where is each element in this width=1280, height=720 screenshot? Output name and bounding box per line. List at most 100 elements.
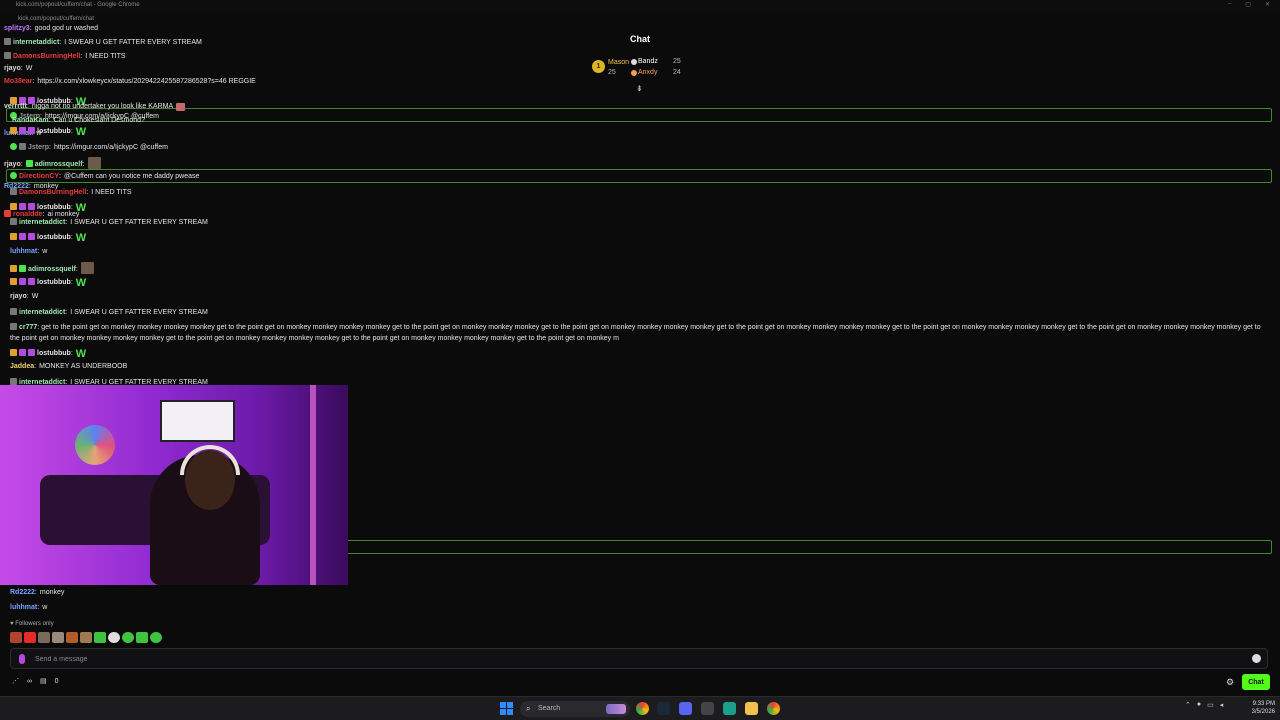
badge-icon [19, 203, 26, 210]
emoji-picker-icon[interactable] [1252, 654, 1261, 663]
chat-username[interactable]: lostubbub [37, 234, 71, 241]
emote-icon[interactable] [66, 632, 78, 643]
chat-username[interactable]: luhhmat [10, 604, 37, 611]
chat-message[interactable]: splitzy3: good god ur washed [4, 25, 98, 32]
emote-icon[interactable] [52, 632, 64, 643]
chat-text: W [75, 348, 87, 360]
chat-username[interactable]: cr777 [19, 324, 37, 331]
chat-message[interactable]: lostubbub: W [10, 126, 86, 138]
chat-text: W [75, 126, 87, 138]
infinity-icon[interactable]: ∞ [27, 678, 32, 685]
chat-message[interactable]: Rd2222: monkey [10, 589, 64, 596]
chevron-up-icon[interactable]: ⌃ [1185, 701, 1191, 709]
maximize-icon[interactable]: ▢ [1245, 1, 1251, 8]
microphone-icon[interactable] [19, 654, 25, 664]
chat-username[interactable]: lostubbub [37, 279, 71, 286]
minimize-icon[interactable]: – [1228, 1, 1231, 8]
chat-input[interactable] [35, 652, 1235, 666]
collapse-icon[interactable]: ⇟ [636, 84, 643, 93]
chat-message[interactable]: ronaldde: ai monkey [4, 210, 79, 218]
chat-message[interactable]: DamonsBurningHell: I NEED TITS [10, 188, 132, 196]
followers-only-notice: ♥ Followers only [10, 621, 54, 627]
volume-icon[interactable]: ◂ [1220, 701, 1224, 709]
chat-username[interactable]: DamonsBurningHell [13, 53, 80, 60]
chat-username[interactable]: ronaldde [13, 211, 43, 218]
badge-icon [28, 127, 35, 134]
chrome-icon[interactable] [636, 702, 649, 715]
chat-username[interactable]: adimrossquelf [35, 161, 83, 168]
share-icon[interactable]: ⋰ [12, 677, 19, 685]
chat-message[interactable]: DirectionCY: @Cuffem can you notice me da… [10, 172, 199, 180]
chat-send-button[interactable]: Chat [1242, 674, 1270, 690]
chrome-icon[interactable] [767, 702, 780, 715]
emote-icon[interactable] [10, 632, 22, 643]
chat-username[interactable]: Jsterp [28, 144, 49, 151]
chat-message[interactable]: verrrttt: nigga not no undertaker you loo… [4, 103, 186, 111]
emote-icon[interactable] [108, 632, 120, 643]
chat-link[interactable]: https://imgur.com/a/IjckypC @cuffem [54, 144, 168, 151]
chat-message[interactable]: lostubbub: W [10, 348, 86, 360]
system-tray: ⌃ ● ▭ ◂ [1185, 701, 1223, 709]
chat-username[interactable]: internetaddict [19, 309, 65, 316]
chat-message[interactable]: rjayo: W [10, 293, 38, 300]
chat-message[interactable]: internetaddict: I SWEAR U GET FATTER EVER… [4, 38, 202, 46]
close-icon[interactable]: ✕ [1265, 1, 1270, 8]
app-icon[interactable] [701, 702, 714, 715]
chat-username[interactable]: lostubbub [37, 350, 71, 357]
chat-username[interactable]: Mo38ear [4, 78, 32, 85]
file-explorer-icon[interactable] [745, 702, 758, 715]
emote-icon [80, 262, 94, 274]
chat-message[interactable]: DamonsBurningHell: I NEED TITS [4, 52, 126, 60]
chat-message[interactable]: rjayo: adimrossquelf: [4, 157, 101, 169]
gift-icon[interactable]: ▤ [40, 677, 47, 685]
chat-username[interactable]: RandaKam [12, 117, 49, 124]
chat-username[interactable]: DirectionCY [19, 173, 59, 180]
emote-icon[interactable] [122, 632, 134, 643]
gear-icon[interactable]: ⚙ [1226, 677, 1234, 688]
chat-username[interactable]: rjayo [4, 65, 21, 72]
chat-message[interactable]: luhhmat:w [10, 248, 47, 255]
discord-icon[interactable] [679, 702, 692, 715]
chat-username[interactable]: Rd2222 [10, 589, 35, 596]
steam-icon[interactable] [657, 702, 670, 715]
chat-username[interactable]: adimrossquelf [28, 266, 76, 273]
chat-username[interactable]: internetaddict [19, 219, 65, 226]
microphone-icon[interactable]: ● [1197, 701, 1201, 709]
chat-username[interactable]: internetaddict [13, 39, 59, 46]
chat-message[interactable]: Jaddea: MONKEY AS UNDERBOOB [10, 363, 127, 370]
chat-link[interactable]: https://x.com/xlowkeycx/status/202942242… [37, 78, 256, 85]
chat-message[interactable]: cr777: get to the point get on monkey mo… [10, 322, 1270, 344]
system-clock[interactable]: 9:33 PM 3/5/2026 [1245, 700, 1275, 716]
chat-username[interactable]: Jaddea [10, 363, 34, 370]
taskbar-search[interactable]: ⌕ Search [520, 701, 630, 717]
chat-input-container[interactable] [10, 648, 1268, 669]
emote-icon[interactable] [136, 632, 148, 643]
network-icon[interactable]: ▭ [1207, 701, 1214, 709]
chat-message[interactable]: lostubbub: W [10, 232, 86, 244]
chat-username[interactable]: rjayo [10, 293, 27, 300]
emote-icon[interactable] [38, 632, 50, 643]
chat-message[interactable]: Jsterp: https://imgur.com/a/IjckypC @cuff… [10, 143, 168, 151]
emote-icon[interactable] [150, 632, 162, 643]
emote-icon[interactable] [94, 632, 106, 643]
chat-message[interactable]: rjayo: W [4, 65, 32, 72]
chat-message[interactable]: adimrossquelf: [10, 262, 94, 274]
emote-icon[interactable] [80, 632, 92, 643]
app-icon[interactable] [723, 702, 736, 715]
chat-message[interactable]: luhhmat:w [10, 604, 47, 611]
windows-start-icon[interactable] [500, 702, 513, 715]
chat-username[interactable]: DamonsBurningHell [19, 189, 86, 196]
chat-username[interactable]: splitzy3 [4, 25, 30, 32]
chat-message[interactable]: internetaddict: I SWEAR U GET FATTER EVER… [10, 218, 208, 226]
chat-message[interactable]: RandaKam: Can u Chokeslam Desmond? [12, 117, 145, 124]
chat-message[interactable]: Mo38ear: https://x.com/xlowkeycx/status/2… [4, 78, 256, 85]
chat-username[interactable]: rjayo [4, 161, 21, 168]
chat-message[interactable]: lostubbub: W [10, 277, 86, 289]
emote-icon[interactable] [24, 632, 36, 643]
chat-username[interactable]: lostubbub [37, 128, 71, 135]
gift-leaderboard[interactable]: 1 Mason 25 Bandz 25 Anxdy 24 [590, 56, 700, 80]
chat-message[interactable]: internetaddict: I SWEAR U GET FATTER EVER… [10, 308, 208, 316]
chat-username[interactable]: verrrttt [4, 103, 27, 110]
address-bar[interactable]: kick.com/popout/cuffem/chat [0, 12, 1280, 26]
chat-username[interactable]: luhhmat [10, 248, 37, 255]
